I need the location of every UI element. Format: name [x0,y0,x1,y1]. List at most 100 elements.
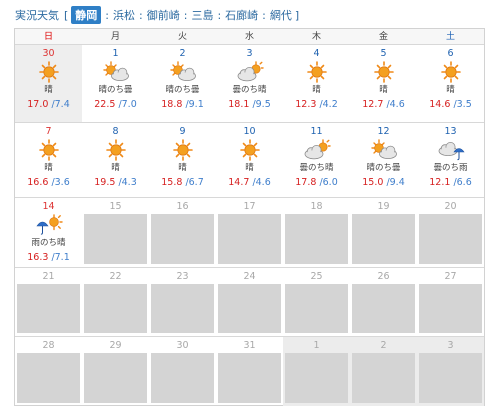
no-data-placeholder [352,353,415,403]
weather-description: 曇のち晴 [232,85,267,95]
day-cell[interactable]: 5 晴 12.7 /4.6 [350,45,417,122]
low-temperature: /6.7 [185,177,204,188]
day-number: 22 [109,271,122,282]
weather-description: 晴 [379,85,388,95]
separator: : [183,8,188,22]
separator: : [217,8,222,22]
sun-icon [35,61,63,83]
cloud-sun-icon [303,139,331,161]
day-cell[interactable]: 6 晴 14.6 /3.5 [417,45,484,122]
location-shizuoka[interactable]: 静岡 [71,6,102,24]
weather-calendar: 日 月 火 水 木 金 土 30 晴 17.0 /7.4 1 晴のち曇 22.5 /7… [14,28,485,406]
weather-description: 曇のち雨 [433,163,468,173]
high-temperature: 19.5 [94,177,116,188]
day-cell[interactable]: 13 曇のち雨 12.1 /6.6 [417,123,484,197]
cloud-sun-icon [236,61,264,83]
low-temperature: /3.6 [51,177,70,188]
day-number: 2 [179,48,186,59]
weather-description: 晴のち曇 [366,163,401,173]
weather-description: 晴 [245,163,254,173]
day-number: 30 [42,48,55,59]
day-cell: 26 [350,268,417,336]
day-number: 20 [444,201,457,212]
sun-icon [102,139,130,161]
weekday-wednesday: 水 [244,32,254,42]
weather-description: 雨のち晴 [31,238,66,248]
day-cell[interactable]: 1 晴のち曇 22.5 /7.0 [82,45,149,122]
day-number: 21 [42,271,55,282]
day-cell[interactable]: 10 晴 14.7 /4.6 [216,123,283,197]
weekday-thursday: 木 [311,32,321,42]
day-cell: 22 [82,268,149,336]
day-number: 8 [112,126,119,137]
no-data-placeholder [17,284,80,333]
day-cell: 27 [417,268,484,336]
day-cell: 28 [15,337,82,406]
temperature: 12.3 /4.2 [283,99,350,111]
day-cell[interactable]: 4 晴 12.3 /4.2 [283,45,350,122]
low-temperature: /7.4 [51,99,70,110]
day-number: 31 [243,340,256,351]
day-number: 14 [42,201,55,212]
day-number: 17 [243,201,256,212]
location-omaezaki[interactable]: 御前崎 [147,7,180,23]
location-hamamatsu[interactable]: 浜松 [113,7,135,23]
day-number: 6 [447,48,454,59]
day-cell[interactable]: 12 晴のち曇 15.0 /9.4 [350,123,417,197]
day-number: 19 [377,201,390,212]
day-cell: 23 [149,268,216,336]
location-mishima[interactable]: 三島 [191,7,213,23]
low-temperature: /7.0 [118,99,137,110]
day-cell[interactable]: 7 晴 16.6 /3.6 [15,123,82,197]
day-cell: 20 [417,198,484,267]
high-temperature: 18.8 [161,99,183,110]
day-number: 26 [377,271,390,282]
day-number: 30 [176,340,189,351]
no-data-placeholder [285,284,348,333]
calendar-week-row: 28 29 30 31 1 2 3 [15,336,484,406]
high-temperature: 14.6 [429,99,451,110]
day-cell: 19 [350,198,417,267]
day-cell[interactable]: 3 曇のち晴 18.1 /9.5 [216,45,283,122]
day-cell[interactable]: 11 曇のち晴 17.8 /6.0 [283,123,350,197]
day-cell: 31 [216,337,283,406]
day-cell[interactable]: 9 晴 15.8 /6.7 [149,123,216,197]
close-bracket: ] [294,8,300,22]
day-cell: 16 [149,198,216,267]
sun-icon [35,139,63,161]
high-temperature: 15.0 [362,177,384,188]
day-cell[interactable]: 2 晴のち曇 18.8 /9.1 [149,45,216,122]
weekday-tuesday: 火 [177,32,187,42]
sun-icon [303,61,331,83]
weather-description: 晴 [44,163,53,173]
day-cell: 2 [350,337,417,406]
location-ajiro[interactable]: 網代 [270,7,292,23]
day-number: 3 [246,48,253,59]
temperature: 15.8 /6.7 [149,177,216,189]
day-number: 13 [444,126,457,137]
temperature: 18.8 /9.1 [149,99,216,111]
separator: : [105,8,110,22]
location-irozaki[interactable]: 石廊崎 [225,7,258,23]
day-number: 25 [310,271,323,282]
temperature: 17.0 /7.4 [15,99,82,111]
day-cell[interactable]: 30 晴 17.0 /7.4 [15,45,82,122]
no-data-placeholder [84,284,147,333]
weather-description: 晴 [111,163,120,173]
day-cell: 30 [149,337,216,406]
day-cell: 25 [283,268,350,336]
no-data-placeholder [84,214,147,264]
day-cell[interactable]: 8 晴 19.5 /4.3 [82,123,149,197]
low-temperature: /4.6 [386,99,405,110]
day-number: 11 [310,126,323,137]
day-number: 1 [112,48,119,59]
open-bracket: [ [64,8,69,22]
low-temperature: /3.5 [453,99,472,110]
separator: : [139,8,143,22]
high-temperature: 17.8 [295,177,317,188]
day-cell[interactable]: 14 雨のち晴 16.3 /7.1 [15,198,82,267]
high-temperature: 16.6 [27,177,49,188]
sun-icon [169,139,197,161]
temperature: 22.5 /7.0 [82,99,149,111]
no-data-placeholder [419,284,482,333]
